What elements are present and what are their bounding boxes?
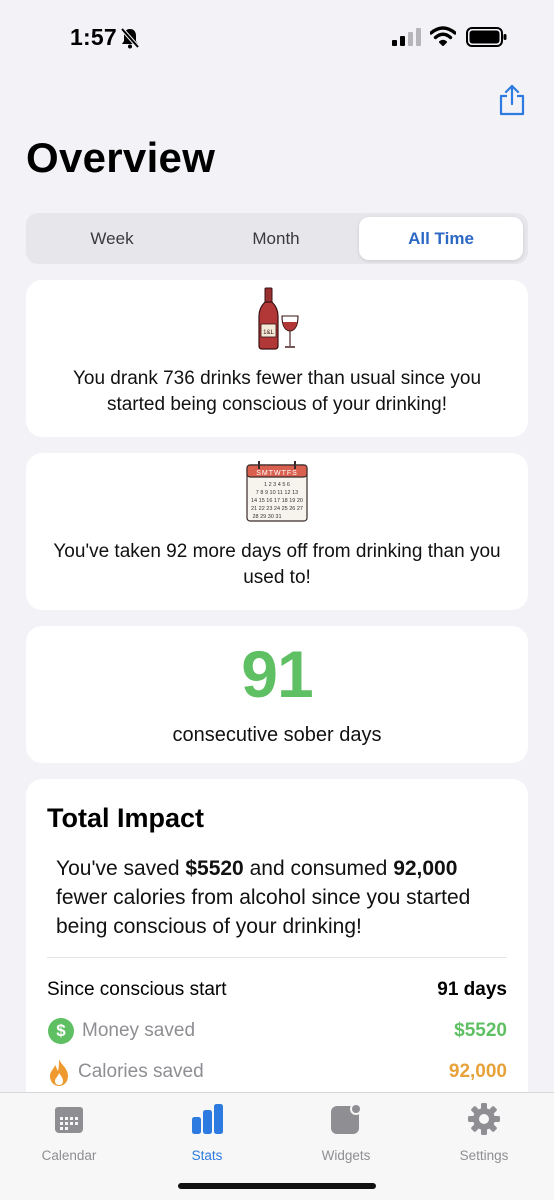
calories-saved-label: Calories saved <box>78 1061 204 1082</box>
tab-settings[interactable]: Settings <box>434 1103 534 1173</box>
calendar-icon <box>55 1107 83 1133</box>
flame-icon <box>50 1059 68 1086</box>
segment-week[interactable]: Week <box>30 217 194 260</box>
money-saved-value: $5520 <box>454 1020 507 1041</box>
since-start-label: Since conscious start <box>47 979 227 1000</box>
tab-widgets[interactable]: Widgets <box>296 1103 396 1173</box>
days-off-text: You've taken 92 more days off from drink… <box>53 541 501 588</box>
since-start-row: Since conscious start 91 days <box>47 975 507 1005</box>
period-segmented-control: Week Month All Time <box>26 213 528 264</box>
gear-icon <box>468 1103 500 1135</box>
svg-text:7 8 9 10 11 12 13: 7 8 9 10 11 12 13 <box>256 490 298 496</box>
calories-saved-row: Calories saved 92,000 <box>47 1057 507 1087</box>
calendar-illustration: SMTWTFS 1 2 3 4 5 6 7 8 9 10 11 12 13 14… <box>246 461 308 522</box>
page-title: Overview <box>26 134 216 181</box>
impact-summary: You've saved $5520 and consumed 92,000 f… <box>56 857 471 938</box>
tab-widgets-label: Widgets <box>321 1148 371 1163</box>
share-icon[interactable] <box>497 84 527 116</box>
drinks-fewer-text: You drank 736 drinks fewer than usual si… <box>72 368 482 415</box>
tab-stats[interactable]: Stats <box>157 1103 257 1173</box>
bar-chart-icon <box>192 1104 223 1134</box>
impact-title: Total Impact <box>47 803 205 833</box>
total-impact-card: Total Impact You've saved $5520 and cons… <box>26 779 528 1109</box>
impact-divider <box>47 957 507 958</box>
tab-calendar[interactable]: Calendar <box>19 1103 119 1173</box>
widgets-icon <box>331 1103 362 1134</box>
segment-month[interactable]: Month <box>194 217 358 260</box>
svg-text:14 15 16 17 18 19 20: 14 15 16 17 18 19 20 <box>251 498 303 504</box>
streak-label: consecutive sober days <box>172 724 382 746</box>
svg-text:SMTWTFS: SMTWTFS <box>256 470 298 477</box>
wifi-icon <box>430 26 456 46</box>
tab-settings-label: Settings <box>459 1148 509 1163</box>
svg-text:28 29 30 31: 28 29 30 31 <box>252 514 281 520</box>
svg-text:1 2 3 4 5 6: 1 2 3 4 5 6 <box>264 482 290 488</box>
svg-text:1&L: 1&L <box>263 330 274 336</box>
tab-calendar-label: Calendar <box>41 1148 97 1163</box>
money-saved-label: Money saved <box>82 1020 196 1041</box>
status-bar: 1:57 <box>0 0 554 76</box>
wine-illustration: 1&L <box>258 287 299 350</box>
home-indicator[interactable] <box>178 1183 376 1189</box>
segment-all-time[interactable]: All Time <box>359 217 523 260</box>
bell-muted-icon <box>120 27 140 49</box>
dollar-icon: $ <box>48 1018 74 1044</box>
drinks-fewer-card: 1&L You drank 736 drinks fewer than usua… <box>26 280 528 437</box>
days-off-card: SMTWTFS 1 2 3 4 5 6 7 8 9 10 11 12 13 14… <box>26 453 528 610</box>
streak-number: 91 <box>241 637 313 711</box>
streak-card: 91 consecutive sober days <box>26 626 528 763</box>
since-start-value: 91 days <box>437 979 507 1000</box>
tab-stats-label: Stats <box>191 1148 223 1163</box>
calories-saved-value: 92,000 <box>448 1061 507 1082</box>
money-saved-row: $ Money saved $5520 <box>47 1016 507 1046</box>
battery-icon <box>466 27 507 47</box>
cellular-signal-icon <box>392 28 421 46</box>
svg-text:21 22 23 24 25 26 27: 21 22 23 24 25 26 27 <box>251 506 303 512</box>
status-time: 1:57 <box>70 24 117 50</box>
